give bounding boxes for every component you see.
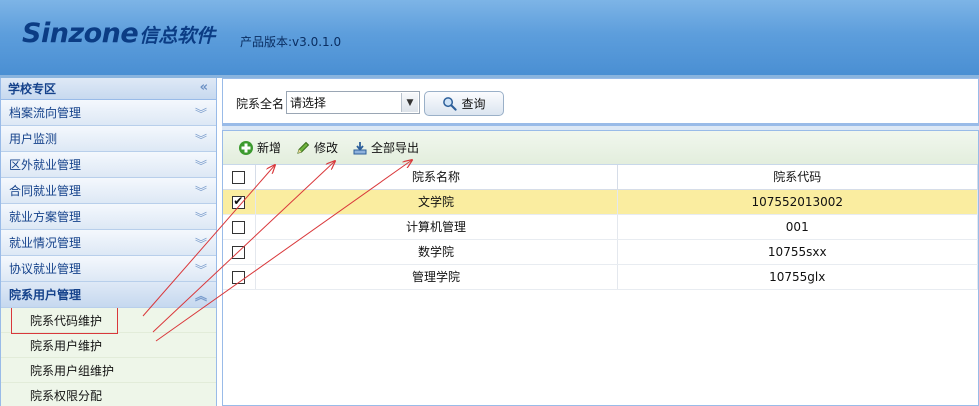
query-button[interactable]: 查询 [424, 91, 504, 116]
sidebar-item-contract-employment[interactable]: 合同就业管理 ︾ [1, 178, 216, 204]
add-button[interactable]: 新增 [238, 139, 281, 156]
row-checkbox-cell [223, 214, 256, 240]
sidebar-item-employment-plan[interactable]: 就业方案管理 ︾ [1, 204, 216, 230]
sidebar-subitem-label: 院系代码维护 [30, 313, 103, 328]
add-plus-icon [239, 140, 253, 155]
double-chevron-down-icon: ︾ [194, 263, 207, 277]
sidebar-item-label: 协议就业管理 [9, 262, 82, 276]
sidebar-item-label: 区外就业管理 [9, 158, 82, 172]
sidebar-item-department-users[interactable]: 院系用户管理 ︽ [1, 282, 216, 308]
double-chevron-down-icon: ︾ [194, 133, 207, 147]
row-checkbox[interactable] [232, 270, 246, 284]
sidebar-subitem-department-user[interactable]: 院系用户维护 [1, 333, 216, 358]
sidebar-item-label: 院系用户管理 [9, 288, 82, 302]
table-row[interactable]: 计算机管理 001 [223, 214, 978, 240]
export-download-icon [353, 141, 367, 154]
department-table: 院系名称 院系代码 文学院 107552013002 计算机管理 001 数学 [223, 165, 978, 290]
chevron-down-icon[interactable]: ▼ [401, 93, 418, 112]
brand-name-cn: 信总软件 [139, 25, 216, 47]
row-checkbox[interactable] [232, 245, 246, 259]
brand-name-en: Sinzone [22, 18, 139, 49]
department-select[interactable]: 请选择 ▼ [286, 91, 420, 114]
sidebar-subitem-department-code[interactable]: 院系代码维护 [1, 306, 216, 334]
sidebar-item-user-monitor[interactable]: 用户监测 ︾ [1, 126, 216, 152]
sidebar-title-label: 学校专区 [8, 82, 57, 96]
cell-department-code: 10755sxx [617, 239, 978, 265]
department-select-value: 请选择 [290, 96, 327, 110]
query-button-label: 查询 [461, 97, 486, 111]
sidebar-item-label: 用户监测 [9, 132, 58, 146]
cell-department-name: 文学院 [255, 189, 618, 215]
cell-department-name: 数学院 [255, 239, 618, 265]
cell-department-code: 001 [617, 214, 978, 240]
app-header: Sinzone 信总软件 产品版本:v3.0.1.0 [0, 0, 979, 75]
cell-department-code: 107552013002 [617, 189, 978, 215]
edit-button-label: 修改 [314, 141, 339, 155]
department-name-label: 院系全名 [236, 97, 285, 111]
table-row[interactable]: 文学院 107552013002 [223, 189, 978, 215]
sidebar-subitem-label: 院系用户维护 [30, 338, 103, 353]
double-chevron-down-icon: ︾ [194, 237, 207, 251]
table-row[interactable]: 管理学院 10755glx [223, 264, 978, 290]
add-button-label: 新增 [257, 141, 282, 155]
double-chevron-down-icon: ︾ [194, 185, 207, 199]
pencil-icon [297, 141, 310, 154]
row-checkbox-cell [223, 239, 256, 265]
table-header-row: 院系名称 院系代码 [223, 165, 978, 190]
sidebar-item-label: 就业方案管理 [9, 210, 82, 224]
column-header-code[interactable]: 院系代码 [617, 165, 978, 190]
sidebar: 学校专区 « 档案流向管理 ︾ 用户监测 ︾ 区外就业管理 ︾ 合同就业管理 ︾… [0, 78, 217, 406]
edit-button[interactable]: 修改 [295, 139, 338, 156]
column-header-name[interactable]: 院系名称 [255, 165, 618, 190]
row-checkbox-cell [223, 189, 256, 215]
double-chevron-down-icon: ︾ [194, 159, 207, 173]
double-chevron-down-icon: ︾ [194, 107, 207, 121]
sidebar-item-label: 合同就业管理 [9, 184, 82, 198]
sidebar-subitem-department-permissions[interactable]: 院系权限分配 [1, 383, 216, 406]
select-all-checkbox[interactable] [232, 170, 246, 184]
sidebar-subitem-label: 院系用户组维护 [30, 363, 115, 378]
select-all-cell [223, 165, 256, 190]
cell-department-code: 10755glx [617, 264, 978, 290]
brand-logo: Sinzone 信总软件 [22, 18, 215, 54]
magnifier-icon [443, 97, 458, 111]
table-row[interactable]: 数学院 10755sxx [223, 239, 978, 265]
sidebar-item-employment-status[interactable]: 就业情况管理 ︾ [1, 230, 216, 256]
row-checkbox[interactable] [232, 194, 246, 209]
row-checkbox[interactable] [232, 220, 246, 234]
double-chevron-up-icon: ︽ [194, 289, 207, 303]
export-all-button[interactable]: 全部导出 [352, 139, 419, 156]
double-chevron-left-icon[interactable]: « [200, 80, 208, 95]
grid-toolbar: 新增 修改 全部导出 [223, 131, 978, 165]
double-chevron-down-icon: ︾ [194, 211, 207, 225]
annotation-highlight-box: 院系代码维护 [11, 306, 119, 334]
cell-department-name: 管理学院 [255, 264, 618, 290]
sidebar-item-offsite-employment[interactable]: 区外就业管理 ︾ [1, 152, 216, 178]
product-version: 产品版本:v3.0.1.0 [240, 35, 342, 49]
export-all-button-label: 全部导出 [371, 141, 420, 155]
sidebar-subitem-label: 院系权限分配 [30, 388, 103, 403]
sidebar-item-label: 就业情况管理 [9, 236, 82, 250]
sidebar-subitem-department-usergroup[interactable]: 院系用户组维护 [1, 358, 216, 383]
sidebar-item-label: 档案流向管理 [9, 106, 82, 120]
main-content: 院系全名 请选择 ▼ 查询 新增 修改 全部导出 院系名称 院系代码 ✔ 文学院… [222, 78, 979, 406]
department-grid: 新增 修改 全部导出 院系名称 院系代码 ✔ 文学院 107552013002 … [222, 130, 979, 406]
sidebar-item-agreement-employment[interactable]: 协议就业管理 ︾ [1, 256, 216, 282]
cell-department-name: 计算机管理 [255, 214, 618, 240]
row-checkbox-cell [223, 264, 256, 290]
search-panel: 院系全名 请选择 ▼ 查询 [222, 78, 979, 126]
sidebar-title: 学校专区 « [1, 78, 216, 100]
sidebar-item-archive-flow[interactable]: 档案流向管理 ︾ [1, 100, 216, 126]
